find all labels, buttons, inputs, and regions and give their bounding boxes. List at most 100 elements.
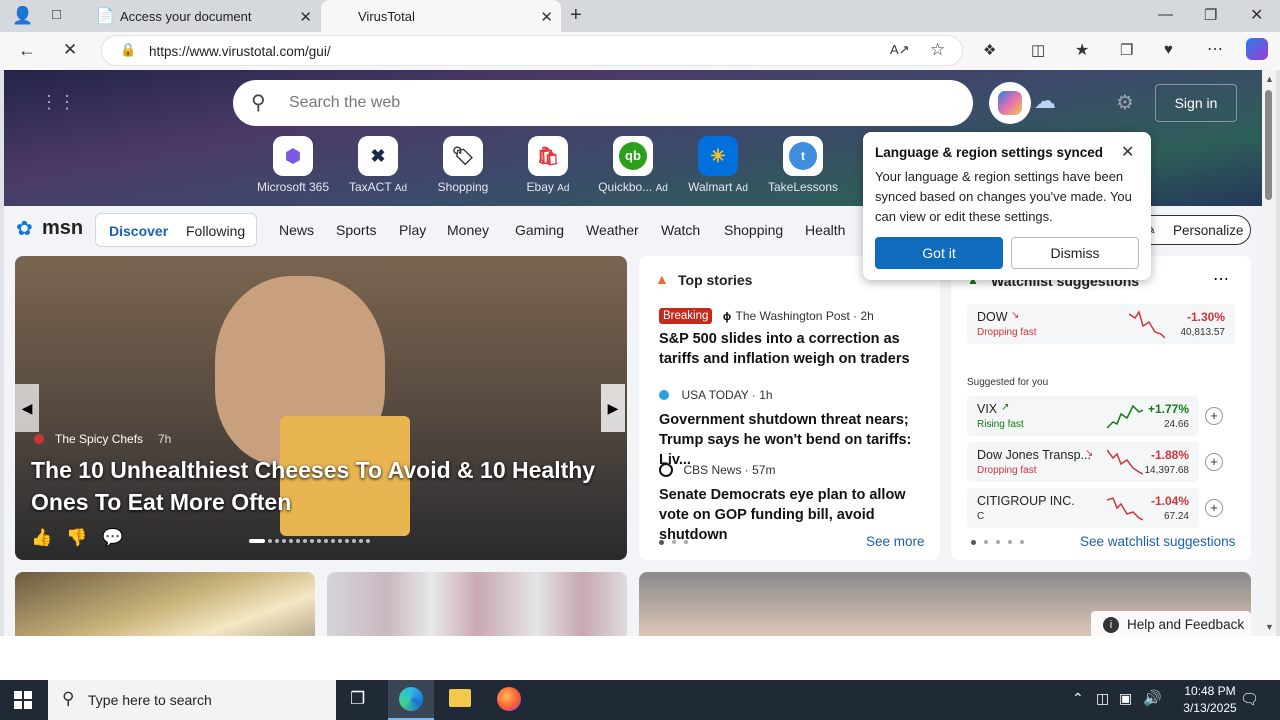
tab-following[interactable]: Following <box>186 223 245 239</box>
nav-watch[interactable]: Watch <box>661 222 700 238</box>
add-to-watchlist-button[interactable]: + <box>1205 407 1223 425</box>
personalize-button[interactable]: ✎ Personalize <box>1134 215 1251 245</box>
comment-icon[interactable]: 💬 <box>102 528 123 548</box>
hero-story-card[interactable]: ◀ ▶ The Spicy Chefs 7h The 10 Unhealthie… <box>15 256 627 560</box>
msn-butterfly-icon[interactable]: ✿ <box>16 216 33 241</box>
close-icon[interactable]: ✕ <box>540 8 553 26</box>
trend-down-icon: ↘ <box>1011 310 1020 321</box>
story-item[interactable]: CBS News · 57m Senate Democrats eye plan… <box>659 461 929 545</box>
edge-taskbar-icon[interactable] <box>388 680 434 720</box>
more-options-icon[interactable]: ⋯ <box>1213 269 1229 289</box>
browser-essentials-icon[interactable]: ♥ <box>1164 41 1173 58</box>
sparkline-chart <box>1107 449 1143 475</box>
got-it-button[interactable]: Got it <box>875 237 1003 269</box>
stock-row-dow-transp[interactable]: Dow Jones Transp... ↘ Dropping fast -1.8… <box>967 442 1199 482</box>
scroll-up-icon[interactable]: ▲ <box>1265 74 1274 84</box>
stop-loading-icon[interactable]: ✕ <box>63 40 77 60</box>
apps-grid-icon[interactable]: ⋮⋮ <box>40 92 76 113</box>
thumbs-down-icon[interactable]: 👎 <box>66 528 87 548</box>
close-icon[interactable]: ✕ <box>299 8 312 26</box>
story-title[interactable]: S&P 500 slides into a correction as tari… <box>659 329 929 369</box>
lock-icon[interactable]: 🔒 <box>120 42 136 58</box>
top-stories-card: ▲ Top stories Breaking ɸ The Washington … <box>639 256 940 560</box>
next-arrow-button[interactable]: ▶ <box>601 384 625 432</box>
window-close-icon[interactable]: ✕ <box>1250 5 1263 25</box>
nav-gaming[interactable]: Gaming <box>515 222 564 238</box>
nav-sports[interactable]: Sports <box>336 222 376 238</box>
task-view-icon[interactable]: ❐ <box>350 689 365 709</box>
stock-price: 14,397.68 <box>1144 465 1190 476</box>
scroll-thumb[interactable] <box>1265 90 1272 200</box>
tab-discover[interactable]: Discover <box>109 223 168 239</box>
clock-date[interactable]: 3/13/2025 <box>1170 701 1250 715</box>
nav-weather[interactable]: Weather <box>586 222 639 238</box>
tab-actions-icon[interactable]: □ <box>52 6 61 23</box>
address-bar-row: ← ✕ 🔒 https://www.virustotal.com/gui/ A↗… <box>0 32 1280 70</box>
settings-gear-icon[interactable]: ⚙ <box>1116 90 1134 115</box>
url-text[interactable]: https://www.virustotal.com/gui/ <box>149 44 331 59</box>
close-icon[interactable]: ✕ <box>1121 142 1134 162</box>
collections-icon[interactable]: ❐ <box>1120 41 1133 59</box>
pager-dots[interactable] <box>659 540 688 545</box>
tab-access-document[interactable]: 📄 Access your document ✕ <box>84 0 320 32</box>
nav-health[interactable]: Health <box>805 222 845 238</box>
story-item[interactable]: Breaking ɸ The Washington Post · 2h S&P … <box>659 307 929 369</box>
copilot-icon[interactable] <box>1246 38 1268 60</box>
address-bar[interactable]: 🔒 https://www.virustotal.com/gui/ A↗ ☆ <box>101 35 963 66</box>
pager-dots[interactable] <box>971 540 1024 545</box>
new-tab-icon[interactable]: + <box>570 4 582 27</box>
top-stories-header[interactable]: Top stories <box>678 272 752 288</box>
stock-row-dow[interactable]: DOW ↘ Dropping fast -1.30% 40,813.57 <box>967 304 1235 344</box>
dismiss-button[interactable]: Dismiss <box>1011 237 1139 269</box>
see-more-link[interactable]: See more <box>866 534 925 549</box>
carousel-dots[interactable] <box>249 538 395 544</box>
more-menu-icon[interactable]: ⋯ <box>1207 39 1223 59</box>
file-explorer-icon[interactable] <box>449 689 471 707</box>
nav-money[interactable]: Money <box>447 222 489 238</box>
minimize-icon[interactable]: — <box>1158 6 1173 23</box>
hero-title[interactable]: The 10 Unhealthiest Cheeses To Avoid & 1… <box>31 454 611 518</box>
clock-time[interactable]: 10:48 PM <box>1170 684 1250 698</box>
nav-news[interactable]: News <box>279 222 314 238</box>
restore-icon[interactable]: ❐ <box>1204 6 1217 24</box>
thumbs-up-icon[interactable]: 👍 <box>31 528 52 548</box>
see-watchlist-link[interactable]: See watchlist suggestions <box>1080 534 1235 549</box>
notifications-icon[interactable]: 🗨 <box>1240 690 1259 708</box>
firefox-icon[interactable] <box>497 687 521 711</box>
taskbar-search-box[interactable]: ⚲ Type here to search <box>48 680 336 720</box>
tab-virustotal[interactable]: VirusTotal ✕ <box>321 0 561 32</box>
prev-arrow-button[interactable]: ◀ <box>15 384 39 432</box>
sign-in-button[interactable]: Sign in <box>1155 84 1237 122</box>
add-to-watchlist-button[interactable]: + <box>1205 499 1223 517</box>
split-screen-icon[interactable]: ◫ <box>1031 41 1045 59</box>
tile-takelessons[interactable]: t TakeLessons <box>753 136 853 194</box>
tile-label: Ebay <box>526 180 554 194</box>
extensions-icon[interactable]: ❖ <box>983 41 996 59</box>
read-aloud-icon[interactable]: A↗ <box>890 42 910 58</box>
story-item[interactable]: USA TODAY · 1h Government shutdown threa… <box>659 386 929 470</box>
msn-logo[interactable]: msn <box>42 217 83 240</box>
volume-icon[interactable]: 🔊 <box>1143 689 1162 707</box>
copilot-button[interactable] <box>989 82 1031 124</box>
favorite-star-icon[interactable]: ☆ <box>930 40 945 60</box>
nav-shopping[interactable]: Shopping <box>724 222 783 238</box>
stock-row-citigroup[interactable]: CITIGROUP INC. C -1.04% 67.24 <box>967 488 1199 528</box>
windows-start-icon[interactable] <box>14 691 32 709</box>
help-feedback-button[interactable]: i Help and Feedback <box>1091 611 1251 639</box>
profile-icon[interactable]: 👤 <box>12 6 33 26</box>
back-icon[interactable]: ← <box>18 40 36 61</box>
scroll-down-icon[interactable]: ▼ <box>1265 622 1274 632</box>
show-hidden-icons[interactable]: ⌃ <box>1072 690 1084 707</box>
stock-row-vix[interactable]: VIX ↗ Rising fast +1.77% 24.66 <box>967 396 1199 436</box>
weather-cloud-icon[interactable]: ☁ <box>1034 88 1056 114</box>
tile-label: TaxACT <box>348 180 392 194</box>
hero-source[interactable]: The Spicy Chefs <box>55 432 143 446</box>
add-to-watchlist-button[interactable]: + <box>1205 453 1223 471</box>
web-search-box[interactable]: ⚲ Search the web <box>233 80 973 126</box>
page-scrollbar[interactable]: ▲ ▼ <box>1262 70 1276 636</box>
network-icon[interactable]: ◫ <box>1096 690 1109 707</box>
favorites-icon[interactable]: ★ <box>1075 40 1089 60</box>
ethernet-icon[interactable]: ▣ <box>1119 690 1132 707</box>
nav-play[interactable]: Play <box>399 222 426 238</box>
search-placeholder[interactable]: Search the web <box>289 94 400 112</box>
